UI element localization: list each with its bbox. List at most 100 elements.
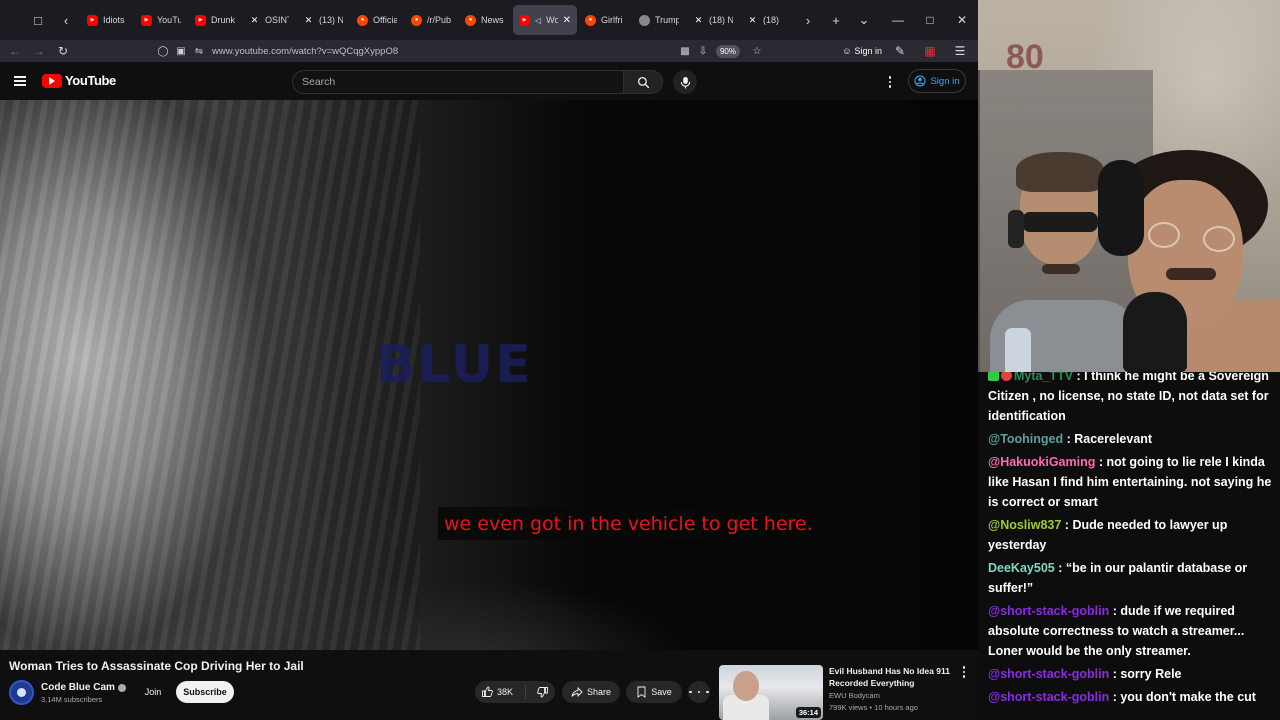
recommended-video-thumbnail[interactable]: 36:14	[719, 665, 823, 720]
channel-name-text: Code Blue Cam	[41, 682, 115, 693]
browser-tab[interactable]: ▶ Drunk	[189, 5, 241, 35]
browser-tab[interactable]: ▶ Idiots	[81, 5, 133, 35]
zoom-level-badge[interactable]: 90%	[715, 44, 740, 58]
maximize-icon[interactable]: □	[914, 6, 946, 34]
browser-tab[interactable]: ● News	[459, 5, 511, 35]
list-all-tabs-icon[interactable]: ⌄	[850, 6, 878, 34]
chat-message: @Toohinged : Racerelevant	[988, 429, 1272, 449]
search-icon	[637, 76, 649, 88]
chat-username[interactable]: @HakuokiGaming	[988, 455, 1095, 469]
video-watermark-text: BLUE	[376, 335, 533, 395]
subscribe-button[interactable]: Subscribe	[176, 681, 234, 703]
window-controls: — □ ✕	[882, 6, 978, 34]
guide-menu-icon[interactable]	[14, 76, 26, 86]
browser-tab[interactable]: ● Girlfri	[579, 5, 631, 35]
youtube-sign-in-button[interactable]: Sign in	[908, 69, 966, 93]
app-menu-icon[interactable]: ☰	[948, 40, 972, 62]
youtube-logo-text: YouTube	[65, 73, 116, 88]
chat-message: @HakuokiGaming : not going to lie rele I…	[988, 452, 1272, 512]
tabs-scroll-left-icon[interactable]: ‹	[52, 6, 80, 34]
chat-username[interactable]: Myta_TTV	[1014, 372, 1073, 383]
bookmark-star-icon[interactable]: ☆	[748, 46, 766, 57]
browser-tab-label: (13) N	[319, 15, 343, 25]
youtube-icon: ▶	[519, 14, 530, 26]
thumbnail-figure-head	[733, 671, 759, 701]
browser-tab[interactable]: ● Officia	[351, 5, 403, 35]
minimize-icon[interactable]: —	[882, 6, 914, 34]
chat-username[interactable]: @short-stack-goblin	[988, 667, 1109, 681]
picture-in-picture-icon[interactable]: ▩	[676, 46, 694, 57]
browser-tab-label: Idiots	[103, 15, 125, 25]
more-actions-button[interactable]	[688, 681, 710, 703]
video-duration-badge: 36:14	[795, 707, 821, 718]
search-button[interactable]	[623, 70, 663, 94]
shield-icon[interactable]: ◯	[154, 46, 172, 57]
youtube-logo[interactable]: YouTube	[42, 73, 116, 88]
channel-avatar[interactable]	[9, 680, 34, 705]
share-arrow-icon	[571, 686, 583, 698]
lock-icon[interactable]: ▣	[172, 46, 190, 57]
chat-username[interactable]: @short-stack-goblin	[988, 604, 1109, 618]
extensions-icon[interactable]: ✎	[888, 40, 912, 62]
reload-icon[interactable]: ↻	[51, 40, 75, 62]
recommended-video-channel[interactable]: EWU Bodycam	[829, 691, 880, 700]
browser-tab[interactable]: Trump	[633, 5, 685, 35]
chat-badge-icon	[988, 372, 999, 381]
browser-tab[interactable]: ✕ (18) N	[687, 5, 739, 35]
x-icon: ✕	[304, 14, 313, 25]
chat-separator: :	[1061, 518, 1073, 532]
url-text[interactable]: www.youtube.com/watch?v=wQCqgXyppO8	[212, 46, 398, 57]
save-button[interactable]: Save	[626, 681, 682, 703]
browser-tab-label: /r/Pub	[427, 15, 451, 25]
chat-username[interactable]: DeeKay505	[988, 561, 1055, 575]
dislike-button[interactable]	[537, 686, 549, 698]
reddit-icon: ●	[357, 14, 368, 26]
browser-tab[interactable]: ✕ OSINT	[243, 5, 295, 35]
save-label: Save	[651, 687, 672, 697]
recommended-video-title[interactable]: Evil Husband Has No Idea 911 Recorded Ev…	[829, 665, 951, 689]
tabs-scroll-right-icon[interactable]: ›	[794, 6, 822, 34]
like-divider	[524, 685, 526, 699]
like-button[interactable]: 38K	[481, 686, 513, 698]
browser-tab[interactable]: ▶ YouTu	[135, 5, 187, 35]
browser-window: □ ‹ ▶ Idiots ▶ YouTu ▶ Drunk ✕ OSINT ✕ (13) N ● Off…	[0, 0, 978, 720]
browser-tab[interactable]: ✕ (18)	[741, 5, 793, 35]
url-bar[interactable]: ◯ ▣ ⇋ www.youtube.com/watch?v=wQCqgXyppO…	[154, 40, 766, 62]
browser-tab[interactable]: ● /r/Pub	[405, 5, 457, 35]
browser-tab[interactable]: ✕ (13) N	[297, 5, 349, 35]
close-tab-icon[interactable]: ✕	[563, 15, 571, 26]
chat-username[interactable]: @Toohinged	[988, 432, 1063, 446]
like-dislike-group: 38K	[475, 681, 555, 703]
browser-tab-label: News	[481, 15, 504, 25]
video-player[interactable]: BLUE we even got in the vehicle to get h…	[0, 100, 978, 650]
browser-tab-label: Wo	[546, 15, 558, 25]
channel-name[interactable]: Code Blue Cam	[41, 682, 126, 693]
chat-username[interactable]: @Nosliw837	[988, 518, 1061, 532]
chat-separator: :	[1054, 561, 1066, 575]
voice-search-button[interactable]	[673, 70, 697, 94]
browser-tab[interactable]: ▶ ◁ Wo ✕	[513, 5, 577, 35]
chat-message: DeeKay505 : “be in our palantir database…	[988, 558, 1272, 598]
ublock-icon[interactable]: ▦	[918, 40, 942, 62]
account-sign-in-button[interactable]: ☺ Sign in	[842, 46, 882, 56]
tab-audio-playing-icon[interactable]: ◁	[535, 16, 541, 25]
download-icon[interactable]: ⇩	[694, 46, 712, 57]
share-button[interactable]: Share	[562, 681, 620, 703]
join-button[interactable]: Join	[140, 681, 166, 703]
chat-panel: Myta_TTV : I think he might be a Soverei…	[978, 372, 1280, 720]
close-window-icon[interactable]: ✕	[946, 6, 978, 34]
settings-menu-icon[interactable]	[884, 73, 896, 91]
search-input[interactable]	[293, 71, 623, 93]
chat-separator: :	[1063, 432, 1075, 446]
tab-overview-icon[interactable]: □	[24, 6, 52, 34]
youtube-icon: ▶	[87, 14, 98, 26]
new-tab-icon[interactable]: +	[822, 6, 850, 34]
streamer-glasses-right-lens	[1203, 226, 1235, 252]
permissions-icon[interactable]: ⇋	[190, 46, 208, 57]
chat-separator: :	[1095, 455, 1107, 469]
chat-username[interactable]: @short-stack-goblin	[988, 690, 1109, 704]
browser-tab-label: Drunk	[211, 15, 235, 25]
back-icon[interactable]: ←	[3, 40, 27, 62]
forward-icon[interactable]: →	[27, 40, 51, 62]
recommended-video-menu-icon[interactable]	[959, 666, 969, 680]
